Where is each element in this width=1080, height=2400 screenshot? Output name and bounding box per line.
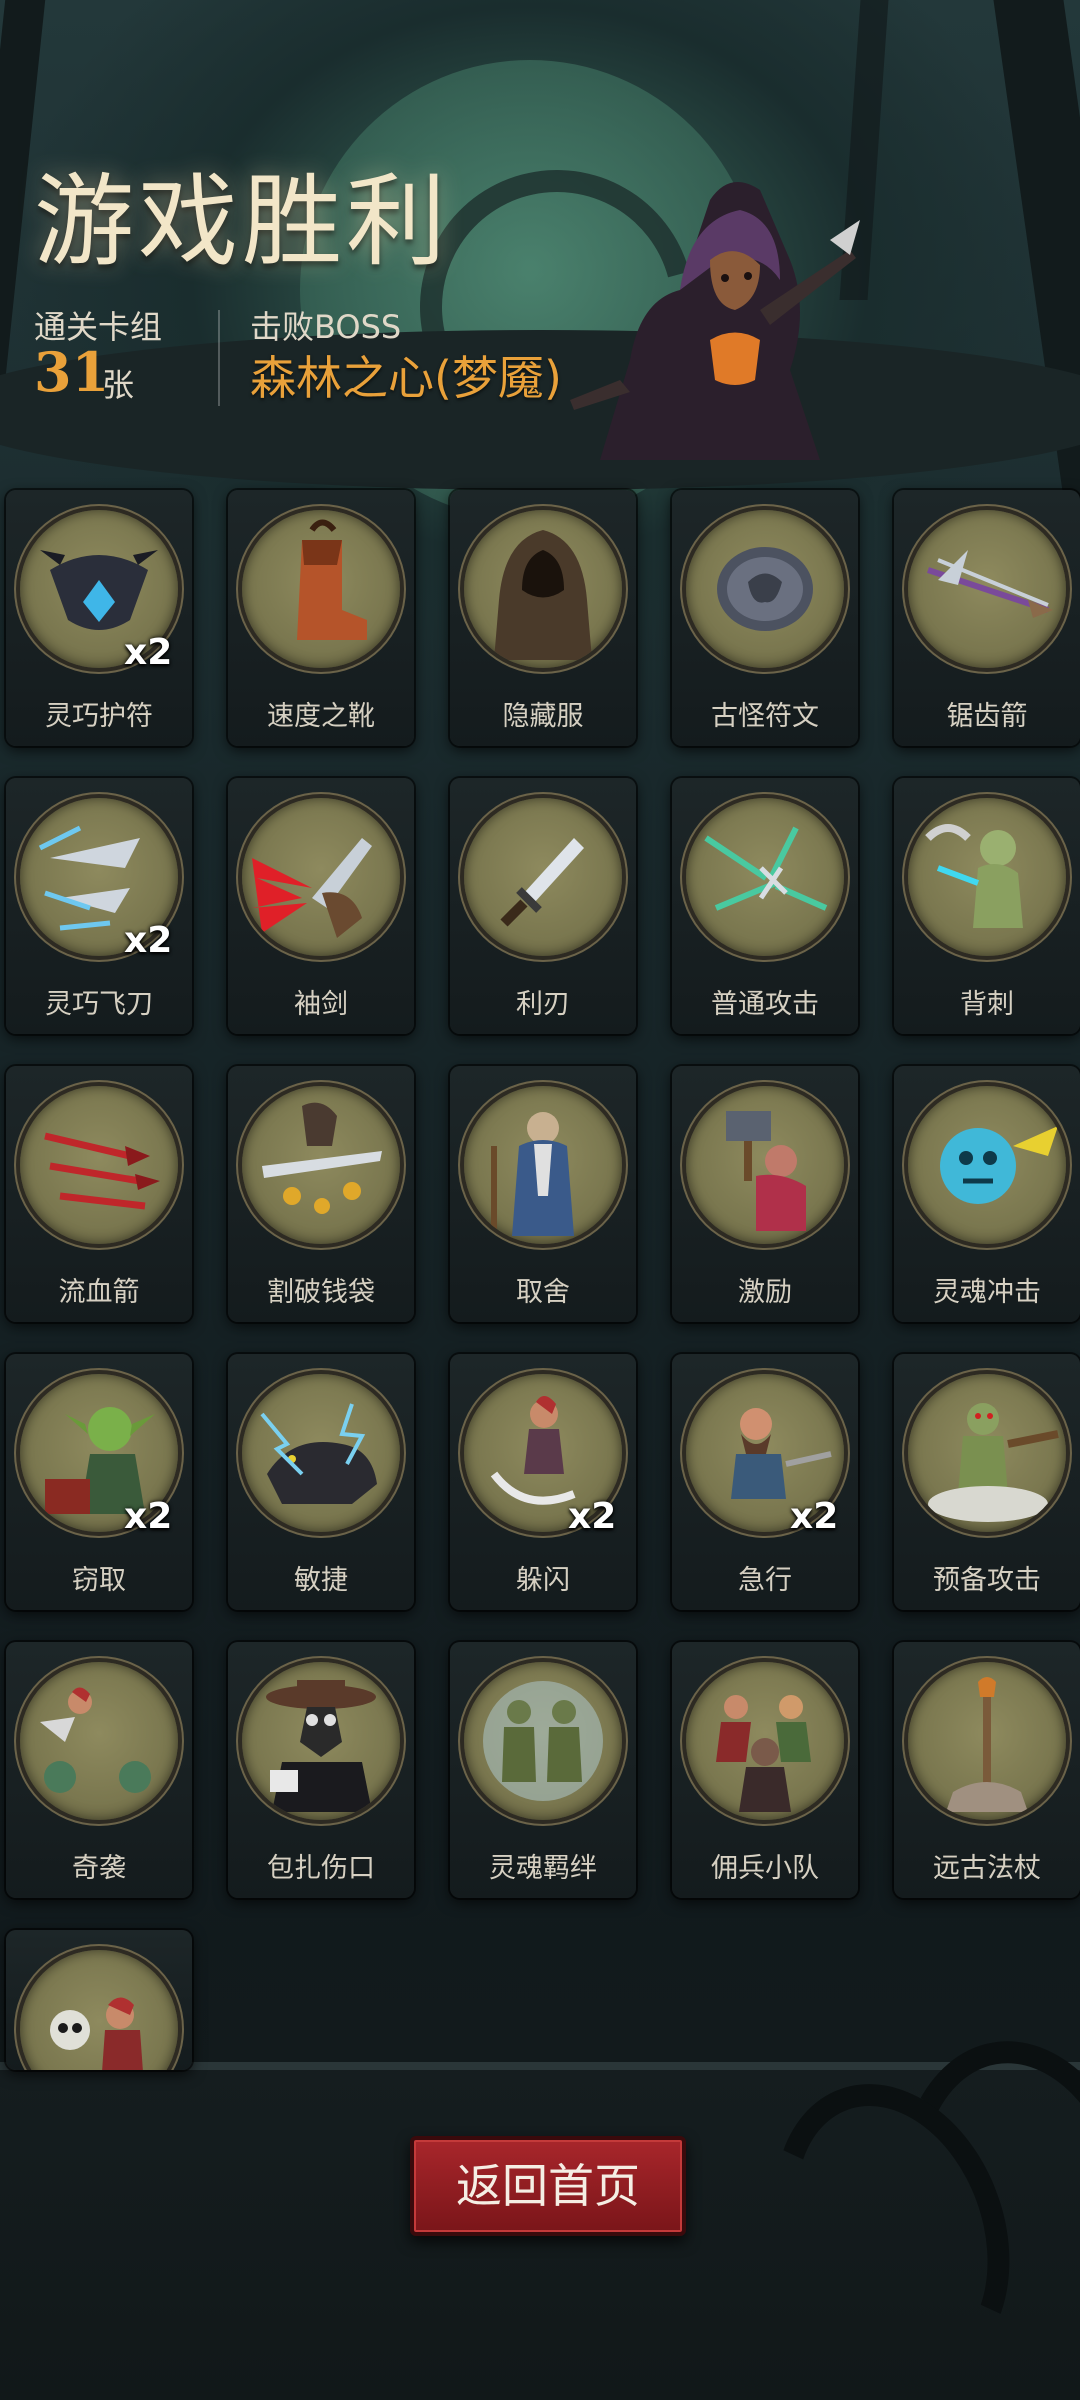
arrow-volley-icon [686, 798, 844, 956]
panther-icon [242, 1374, 400, 1532]
stat-divider [218, 310, 220, 406]
mercenary-squad-icon [686, 1662, 844, 1820]
card-tile[interactable]: x2 灵巧飞刀 [6, 778, 192, 1034]
card-name: 远古法杖 [933, 1853, 1041, 1884]
card-tile[interactable]: 流血箭 [6, 1066, 192, 1322]
card-count: x2 [124, 632, 173, 673]
ready-strike-icon [908, 1374, 1066, 1532]
boss-name: 森林之心(梦魇) [250, 351, 562, 405]
deck-count: 31 [34, 340, 110, 404]
card-name: 锯齿箭 [946, 701, 1028, 732]
card-name: 激励 [738, 1277, 792, 1308]
card-name: 割破钱袋 [267, 1277, 375, 1308]
card-tile[interactable]: 锯齿箭 [894, 490, 1080, 746]
hooded-rogue-hero-illustration [560, 140, 860, 460]
card-name: 速度之靴 [267, 701, 375, 732]
rune-stone-icon [686, 510, 844, 668]
card-name: 背刺 [960, 989, 1014, 1020]
card-name: 灵魂冲击 [933, 1277, 1041, 1308]
card-count: x2 [790, 1496, 839, 1537]
card-name: 袖剑 [294, 989, 348, 1020]
card-name: 灵巧护符 [45, 701, 153, 732]
card-tile[interactable]: 包扎伤口 [228, 1642, 414, 1898]
card-tile[interactable] [6, 1930, 192, 2070]
soul-bond-icon [464, 1662, 622, 1820]
card-tile[interactable]: 佣兵小队 [672, 1642, 858, 1898]
card-name: 预备攻击 [933, 1565, 1041, 1596]
serrated-arrow-icon [908, 510, 1066, 668]
card-name: 灵巧飞刀 [45, 989, 153, 1020]
card-tile[interactable]: 割破钱袋 [228, 1066, 414, 1322]
card-tile[interactable]: 袖剑 [228, 778, 414, 1034]
sleeve-blade-icon [242, 798, 400, 956]
card-count: x2 [124, 1496, 173, 1537]
card-tile[interactable]: 普通攻击 [672, 778, 858, 1034]
card-name: 奇袭 [72, 1853, 126, 1884]
card-tile[interactable]: 激励 [672, 1066, 858, 1322]
deck-unit: 张 [102, 366, 135, 404]
card-name: 佣兵小队 [711, 1853, 819, 1884]
back-to-home-button[interactable]: 返回首页 [410, 2136, 686, 2236]
skull-rogue-icon [20, 1950, 178, 2070]
hammer-warrior-icon [686, 1086, 844, 1244]
card-name: 古怪符文 [711, 701, 819, 732]
card-tile[interactable]: 取舍 [450, 1066, 636, 1322]
card-tile[interactable]: 灵魂羁绊 [450, 1642, 636, 1898]
card-name: 取舍 [516, 1277, 570, 1308]
backstab-icon [908, 798, 1066, 956]
card-tile[interactable]: x2 躲闪 [450, 1354, 636, 1610]
card-tile[interactable]: 敏捷 [228, 1354, 414, 1610]
hooded-cloak-icon [464, 510, 622, 668]
cut-purse-icon [242, 1086, 400, 1244]
dagger-icon [464, 798, 622, 956]
card-tile[interactable]: 灵魂冲击 [894, 1066, 1080, 1322]
card-name: 包扎伤口 [267, 1853, 375, 1884]
card-tile[interactable]: x2 窃取 [6, 1354, 192, 1610]
card-count: x2 [124, 920, 173, 961]
card-tile[interactable]: 速度之靴 [228, 490, 414, 746]
ancient-staff-icon [908, 1662, 1066, 1820]
victory-title: 游戏胜利 [34, 163, 450, 280]
card-tile[interactable]: 背刺 [894, 778, 1080, 1034]
card-count: x2 [568, 1496, 617, 1537]
card-name: 利刃 [516, 989, 570, 1020]
card-name: 灵魂羁绊 [489, 1853, 597, 1884]
card-tile[interactable]: 隐藏服 [450, 490, 636, 746]
card-name: 躲闪 [516, 1565, 570, 1596]
plague-doctor-icon [242, 1662, 400, 1820]
card-tile[interactable]: x2 灵巧护符 [6, 490, 192, 746]
card-name: 普通攻击 [711, 989, 819, 1020]
bleeding-arrows-icon [20, 1086, 178, 1244]
card-tile[interactable]: 奇袭 [6, 1642, 192, 1898]
boot-icon [242, 510, 400, 668]
soul-blast-icon [908, 1086, 1066, 1244]
card-name: 流血箭 [58, 1277, 140, 1308]
ambush-icon [20, 1662, 178, 1820]
card-tile[interactable]: 利刃 [450, 778, 636, 1034]
card-name: 敏捷 [294, 1565, 348, 1596]
card-tile[interactable]: x2 急行 [672, 1354, 858, 1610]
card-tile[interactable]: 古怪符文 [672, 490, 858, 746]
card-name: 窃取 [72, 1565, 126, 1596]
card-name: 急行 [738, 1565, 792, 1596]
card-tile[interactable]: 远古法杖 [894, 1642, 1080, 1898]
wizard-icon [464, 1086, 622, 1244]
card-name: 隐藏服 [502, 701, 584, 732]
card-tile[interactable]: 预备攻击 [894, 1354, 1080, 1610]
